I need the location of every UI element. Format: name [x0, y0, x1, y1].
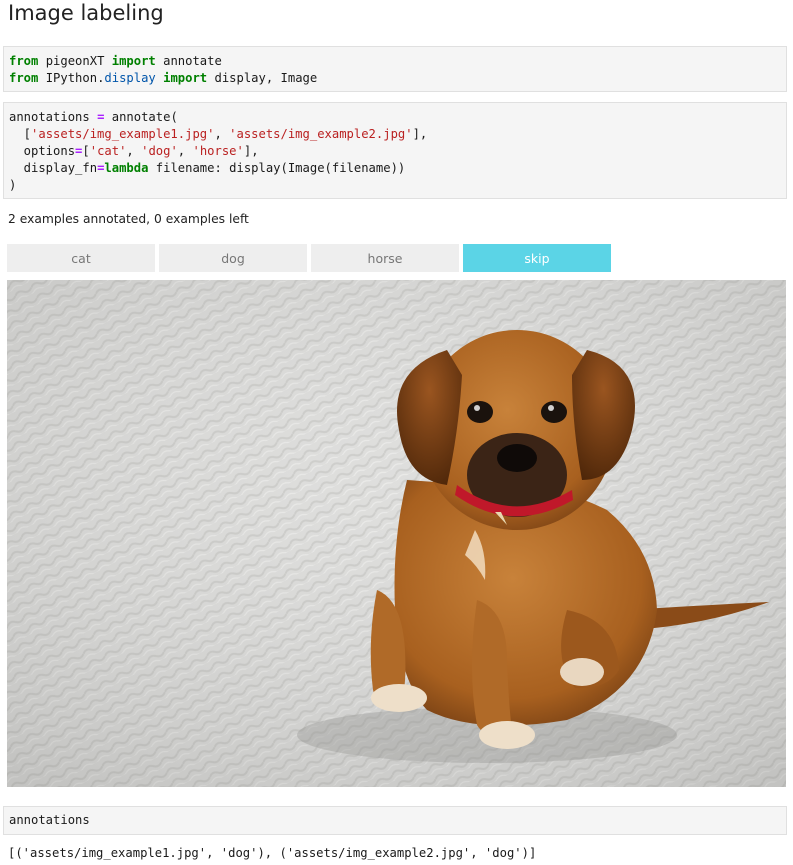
code-text: , — [214, 127, 230, 141]
code-text: filename: display(Image(filename)) — [148, 161, 406, 175]
string-literal: 'assets/img_example1.jpg' — [31, 127, 215, 141]
string-literal: 'assets/img_example2.jpg' — [229, 127, 413, 141]
example-image — [7, 280, 786, 787]
code-text: annotate( — [104, 110, 178, 124]
code-text: [ — [82, 144, 90, 158]
notebook-page: Image labeling from pigeonXT import anno… — [0, 0, 793, 865]
import-name: display, Image — [214, 71, 318, 85]
annotations-output: [('assets/img_example1.jpg', 'dog'), ('a… — [8, 846, 537, 860]
string-literal: 'dog' — [141, 144, 178, 158]
code-text: [ — [9, 127, 32, 141]
code-text: display_fn — [9, 161, 98, 175]
string-literal: 'cat' — [89, 144, 127, 158]
annotation-status: 2 examples annotated, 0 examples left — [8, 212, 249, 226]
annotations-code-cell[interactable]: annotations — [3, 806, 787, 835]
cat-button[interactable]: cat — [7, 244, 155, 272]
import-code-cell[interactable]: from pigeonXT import annotate from IPyth… — [3, 46, 787, 92]
code-text: ) — [9, 178, 17, 192]
module-name: display — [104, 71, 156, 85]
code-text: , — [126, 144, 142, 158]
keyword: import — [163, 71, 208, 85]
keyword: lambda — [104, 161, 149, 175]
page-title: Image labeling — [8, 1, 164, 25]
code-text: ], — [412, 127, 428, 141]
keyword: import — [111, 54, 156, 68]
module-name: IPython. — [45, 71, 105, 85]
dog-button[interactable]: dog — [159, 244, 307, 272]
keyword: from — [9, 71, 39, 85]
puppy-photo — [7, 280, 786, 787]
code-text: ], — [243, 144, 259, 158]
code-text: annotations — [9, 110, 98, 124]
import-name: annotate — [163, 54, 222, 68]
code-text: , — [177, 144, 193, 158]
horse-button[interactable]: horse — [311, 244, 459, 272]
code-text: options — [9, 144, 76, 158]
annotate-code-cell[interactable]: annotations = annotate( ['assets/img_exa… — [3, 102, 787, 199]
string-literal: 'horse' — [192, 144, 244, 158]
module-name: pigeonXT — [45, 54, 105, 68]
skip-button[interactable]: skip — [463, 244, 611, 272]
keyword: from — [9, 54, 39, 68]
